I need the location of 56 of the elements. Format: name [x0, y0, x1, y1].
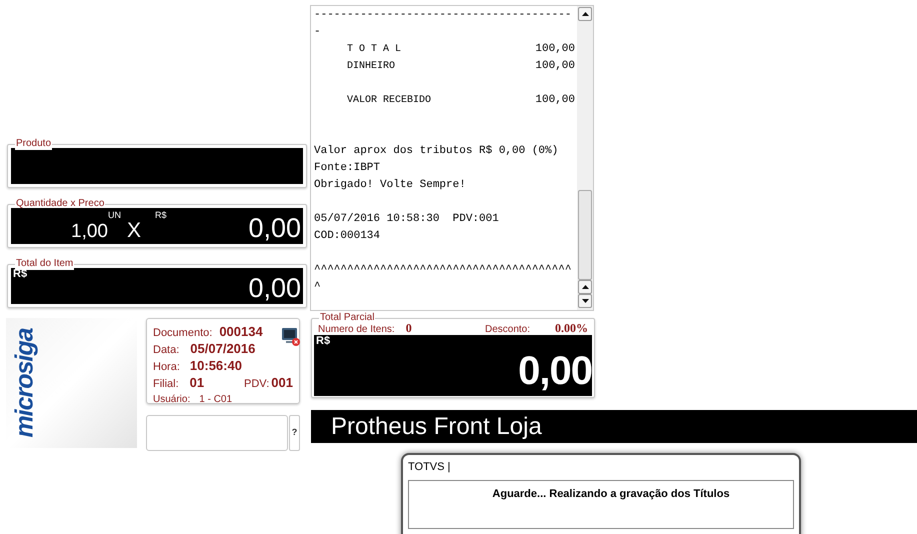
date-value: 05/07/2016 — [190, 341, 256, 356]
times-sign: X — [126, 218, 141, 244]
document-number: 000134 — [219, 324, 263, 339]
receipt-amount: 100,00 — [535, 59, 575, 74]
receipt-amount: 100,00 — [535, 93, 575, 108]
receipt-line: Obrigado! Volte Sempre! — [314, 178, 467, 193]
item-total-value: 0,00 — [248, 272, 301, 304]
receipt-label: VALOR RECEBIDO — [347, 94, 432, 108]
branch-value: 01 — [190, 375, 204, 390]
price-value: 0,00 — [248, 212, 301, 244]
time-value: 10:56:40 — [190, 358, 242, 373]
scroll-down-button[interactable] — [578, 294, 592, 308]
offline-monitor-icon — [281, 327, 301, 347]
up-arrow-icon — [582, 285, 588, 289]
receipt-amount: 100,00 — [535, 42, 575, 57]
receipt-line: - — [314, 25, 322, 40]
items-count-value: 0 — [406, 322, 412, 335]
title-banner: Protheus Front Loja — [311, 410, 917, 443]
receipt-line: Fonte:IBPT — [314, 161, 382, 176]
receipt-label: T O T A L — [347, 43, 402, 57]
receipt-line: --------------------------------------- — [314, 8, 572, 23]
partial-total-value: 0,00 — [518, 348, 592, 392]
receipt-line: 05/07/2016 10:58:30 PDV:001 — [314, 212, 500, 227]
date-label: Data: — [153, 343, 180, 358]
field-legend: Total do Item — [15, 258, 74, 270]
document-label: Documento: — [153, 326, 212, 341]
user-value: 1 - C01 — [199, 393, 232, 407]
receipt-line: ^ — [314, 280, 322, 295]
scroll-up-button[interactable] — [578, 280, 592, 294]
quantity-value: 1,00 — [71, 220, 108, 244]
input-field[interactable] — [146, 415, 288, 451]
field-legend: Produto — [15, 138, 52, 150]
receipt-line: ^^^^^^^^^^^^^^^^^^^^^^^^^^^^^^^^^^^^^^^ — [314, 263, 572, 278]
up-arrow-icon — [582, 12, 588, 16]
currency-label: R$ — [155, 210, 167, 220]
discount-label: Desconto: — [484, 323, 530, 336]
message-panel: Aguarde... Realizando a gravação dos Títulos — [408, 480, 794, 529]
receipt-label: DINHEIRO — [347, 60, 396, 74]
dialog-title: TOTVS | — [408, 460, 452, 474]
receipt-line: COD:000134 — [314, 229, 382, 244]
discount-value: 0.00% — [555, 322, 588, 335]
help-button[interactable]: ? — [289, 415, 300, 451]
scroll-up-button[interactable] — [578, 7, 592, 21]
user-label: Usuário: — [153, 393, 190, 407]
pdv-label: PDV: — [244, 377, 270, 392]
unit-label: UN — [108, 210, 121, 220]
time-label: Hora: — [153, 360, 180, 375]
pdv-value: 001 — [271, 375, 293, 390]
branch-label: Filial: — [153, 377, 179, 392]
down-arrow-icon — [582, 299, 588, 303]
receipt-line: Valor aprox dos tributos R$ 0,00 (0%) — [314, 144, 560, 159]
scrollbar[interactable] — [577, 6, 593, 310]
items-count-label: Numero de Itens: — [318, 323, 395, 336]
scrollbar-thumb[interactable] — [578, 190, 592, 280]
currency-label: R$ — [316, 335, 330, 348]
logo-text: microsiga — [10, 328, 39, 438]
